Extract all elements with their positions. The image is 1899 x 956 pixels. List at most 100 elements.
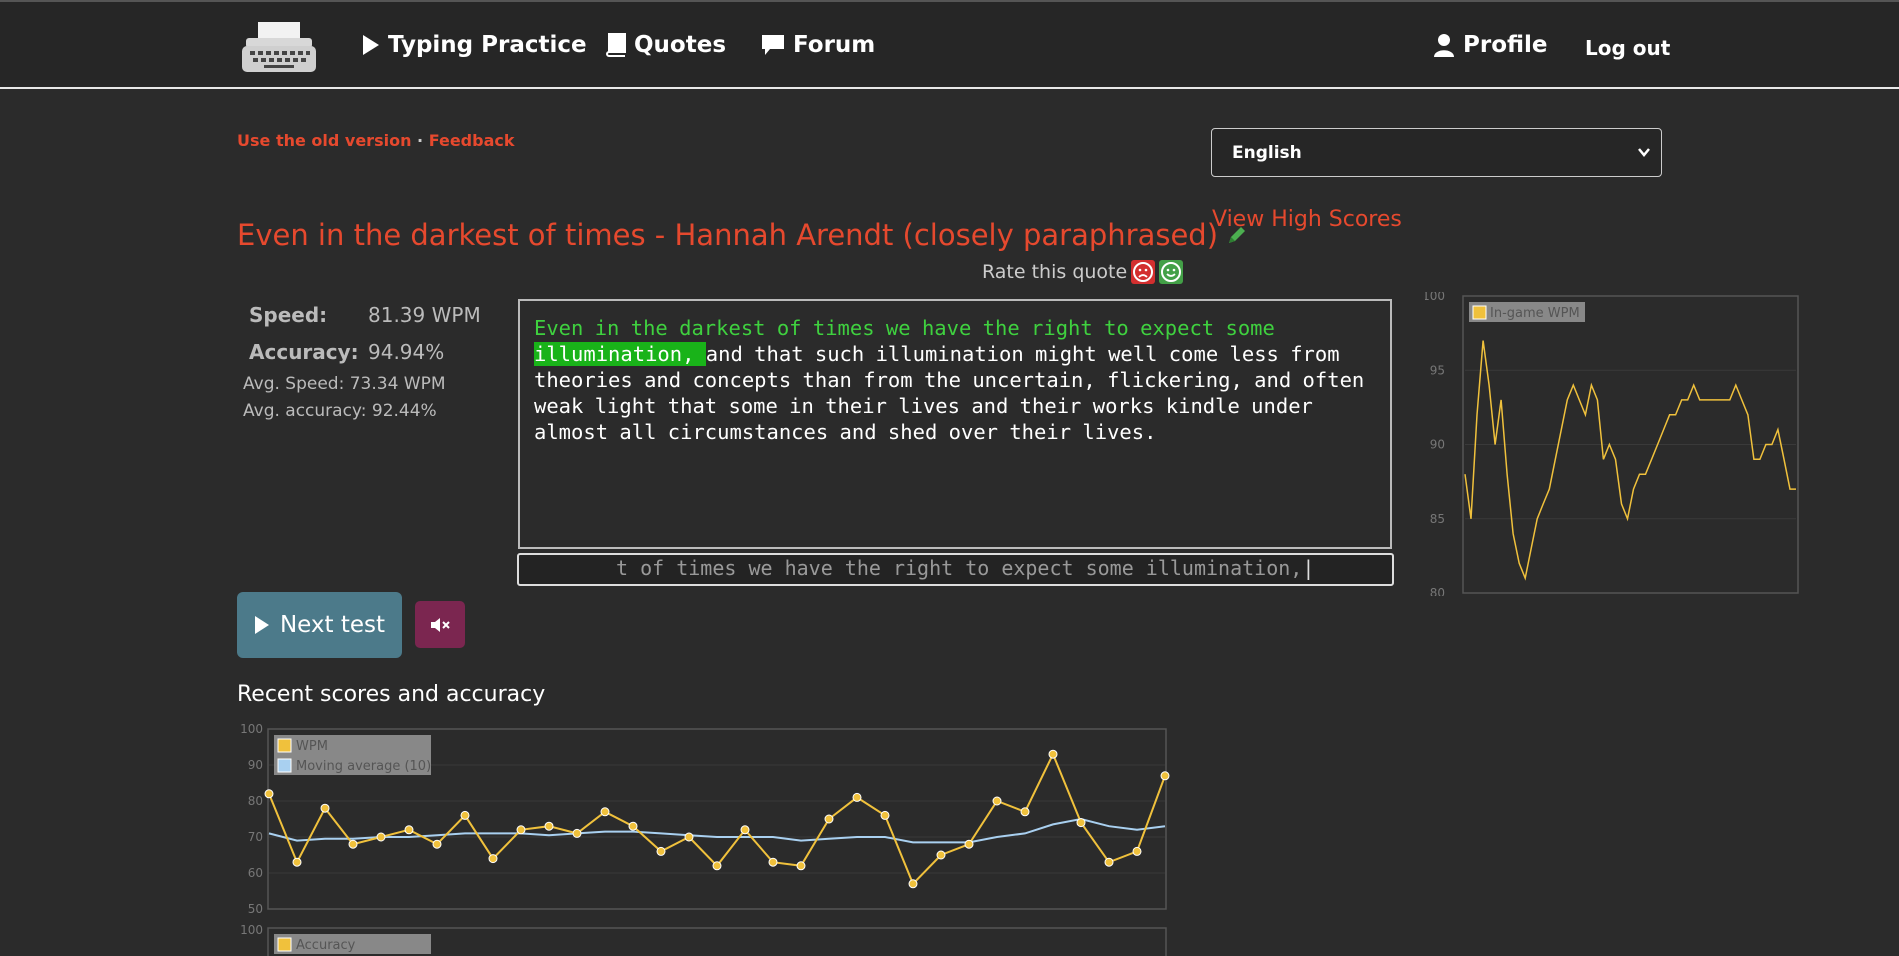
recent-wpm-point [1132,846,1142,856]
nav-logout[interactable]: Log out [1585,36,1670,60]
nav-profile[interactable]: Profile [1433,32,1548,58]
typed-text: Even in the darkest of times we have the… [534,316,1287,340]
recent-scores-title: Recent scores and accuracy [237,682,546,707]
speed-value: 81.39 WPM [368,302,481,327]
recent-wpm-point [432,839,442,849]
book-icon [606,33,626,57]
accuracy-chart-tick: 100 [240,923,263,937]
nav-forum[interactable]: Forum [761,32,875,58]
pencil-icon[interactable] [1226,224,1248,246]
dislike-face-icon[interactable] [1131,260,1156,284]
recent-wpm-point [320,803,330,813]
recent-wpm-point [488,854,498,864]
recent-wpm-point [1160,771,1170,781]
nav-typing-practice-label: Typing Practice [388,32,587,58]
typing-input[interactable]: t of times we have the right to expect s… [517,553,1394,586]
recent-tick-label: 90 [248,758,263,772]
recent-wpm-point [712,861,722,871]
recent-tick-label: 70 [248,830,263,844]
recent-wpm-point [964,839,974,849]
nav-logout-label: Log out [1585,36,1671,60]
play-icon [363,35,379,55]
old-version-link[interactable]: Use the old version [237,131,411,150]
accuracy-legend-swatch [277,937,292,952]
next-test-label: Next test [279,612,386,638]
nav-quotes-label: Quotes [634,32,727,58]
recent-tick-label: 50 [248,902,263,916]
ingame-tick-label: 80 [1430,586,1445,596]
recent-wpm-point [264,789,274,799]
recent-wpm-point [572,828,582,838]
avg-speed: Avg. Speed: 73.34 WPM [243,374,446,394]
ingame-legend-label: In-game WPM [1490,306,1580,321]
recent-wpm-point [740,825,750,835]
link-separator: · [411,131,429,150]
recent-wpm-point [936,850,946,860]
ingame-tick-label: 90 [1430,438,1445,452]
recent-tick-label: 100 [240,722,263,736]
top-links: Use the old version · Feedback [237,131,515,150]
nav-profile-label: Profile [1463,32,1548,58]
accuracy-label: Accuracy: [249,339,359,364]
recent-wpm-point [1104,857,1114,867]
typewriter-logo-icon[interactable] [242,20,316,80]
accuracy-legend-label: Accuracy [296,938,356,953]
mute-button[interactable] [415,601,465,648]
recent-wpm-point [292,857,302,867]
recent-scores-chart: 100 90 80 70 60 50 WPM Moving average (10) 10… [240,722,1170,956]
recent-wpm-point [376,832,386,842]
recent-wpm-point [656,846,666,856]
nav-quotes[interactable]: Quotes [604,32,726,58]
speed-label: Speed: [249,302,328,327]
recent-wpm-point [824,814,834,824]
ingame-tick-label: 85 [1430,512,1445,526]
recent-wpm-point [684,832,694,842]
recent-wpm-point [768,857,778,867]
recent-wpm-point [1048,749,1058,759]
user-icon [1434,34,1454,57]
recent-wpm-point [348,839,358,849]
recent-tick-label: 60 [248,866,263,880]
ingame-tick-label: 100 [1425,292,1445,303]
recent-wpm-point [852,792,862,802]
recent-wpm-point [880,810,890,820]
recent-wpm-point [908,879,918,889]
next-test-button[interactable]: Next test [237,592,402,658]
recent-wpm-point [544,821,554,831]
play-icon [254,616,269,634]
avg-accuracy: Avg. accuracy: 92.44% [243,401,437,421]
rate-quote: Rate this quote [982,260,1184,284]
navbar: Typing Practice Quotes Forum Profile Log… [0,0,1899,89]
recent-legend-wpm-label: WPM [296,739,328,754]
nav-typing-practice[interactable]: Typing Practice [362,32,587,58]
recent-legend-avg-swatch [277,758,292,773]
feedback-link[interactable]: Feedback [429,131,515,150]
typing-input-value: t of times we have the right to expect s… [616,556,1303,580]
like-face-icon[interactable] [1159,260,1184,284]
language-selected: English [1232,142,1302,163]
chevron-down-icon [1638,148,1650,157]
recent-wpm-point [516,825,526,835]
recent-legend-wpm-swatch [277,738,292,753]
rate-quote-label: Rate this quote [982,261,1128,283]
current-word: illumination, [534,342,706,366]
nav-forum-label: Forum [793,32,876,58]
language-select[interactable]: English [1211,128,1662,177]
comment-icon [762,35,784,55]
stats-panel: Speed: 81.39 WPM Accuracy: 94.94% [249,296,481,370]
ingame-tick-label: 95 [1430,363,1445,377]
recent-wpm-point [1020,807,1030,817]
recent-wpm-point [404,825,414,835]
recent-wpm-point [460,810,470,820]
ingame-wpm-chart: 100 95 90 85 80 In-game WPM [1425,292,1799,596]
recent-wpm-point [600,807,610,817]
recent-wpm-point [628,821,638,831]
quote-text-box: Even in the darkest of times we have the… [518,299,1392,549]
quote-title: Even in the darkest of times - Hannah Ar… [237,218,1248,252]
recent-wpm-point [796,861,806,871]
recent-tick-label: 80 [248,794,263,808]
recent-legend-avg-label: Moving average (10) [296,759,431,774]
accuracy-value: 94.94% [368,339,445,364]
recent-wpm-point [992,796,1002,806]
ingame-legend-swatch [1472,305,1487,320]
